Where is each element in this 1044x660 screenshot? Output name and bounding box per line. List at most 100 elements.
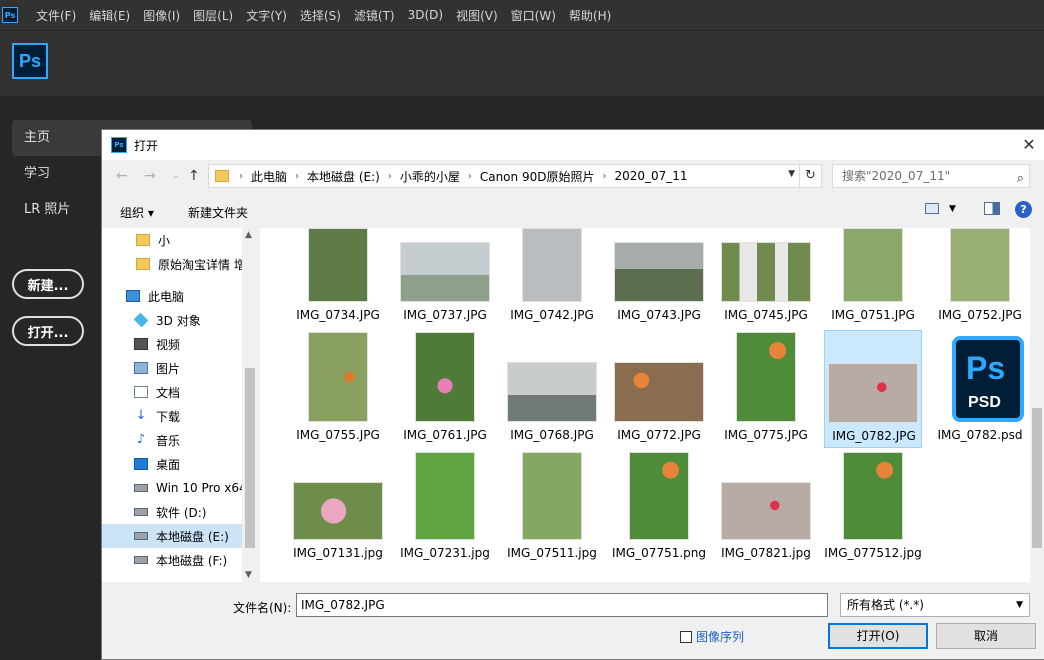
image-thumbnail bbox=[507, 362, 597, 422]
tree-item-drive-d[interactable]: 软件 (D:) bbox=[102, 500, 242, 524]
file-item[interactable]: IMG_0761.JPG bbox=[396, 330, 494, 448]
tree-item-drive-c[interactable]: Win 10 Pro x64 bbox=[102, 476, 247, 500]
crumb-drive-e[interactable]: 本地磁盘 (E:) bbox=[307, 168, 380, 185]
open-button[interactable]: 打开... bbox=[12, 316, 84, 346]
file-item[interactable]: IMG_0743.JPG bbox=[610, 228, 708, 346]
tree-item-drive-e[interactable]: 本地磁盘 (E:) bbox=[102, 524, 242, 548]
file-grid-scrollbar[interactable] bbox=[1030, 228, 1044, 582]
filename-label: 文件名(N): bbox=[233, 601, 292, 615]
crumb-this-pc[interactable]: 此电脑 bbox=[251, 168, 287, 185]
file-item[interactable]: IMG_0775.JPG bbox=[717, 330, 815, 448]
file-name: IMG_0752.JPG bbox=[938, 308, 1022, 322]
menu-3d[interactable]: 3D(D) bbox=[408, 8, 443, 22]
tree-item-pictures[interactable]: 图片 bbox=[102, 356, 242, 380]
tree-item-music[interactable]: ♪ 音乐 bbox=[102, 428, 242, 452]
dialog-title: 打开 bbox=[134, 138, 159, 153]
forward-arrow-icon[interactable]: → bbox=[144, 168, 156, 184]
menu-edit[interactable]: 编辑(E) bbox=[89, 7, 130, 24]
file-item[interactable]: IMG_0737.JPG bbox=[396, 228, 494, 346]
tree-item-this-pc[interactable]: 此电脑 bbox=[102, 284, 242, 308]
up-arrow-icon[interactable]: ↑ bbox=[188, 168, 200, 184]
file-item[interactable]: IMG_0742.JPG bbox=[503, 228, 601, 346]
close-icon[interactable]: ✕ bbox=[1020, 136, 1038, 154]
chevron-down-icon[interactable]: ▼ bbox=[949, 204, 956, 214]
file-name: IMG_0768.JPG bbox=[510, 428, 594, 442]
chevron-down-icon[interactable]: ▼ bbox=[788, 169, 795, 179]
search-input[interactable]: 搜索"2020_07_11" ⌕ bbox=[832, 164, 1030, 188]
psd-icon-label: PSD bbox=[968, 394, 1001, 411]
file-name: IMG_0745.JPG bbox=[724, 308, 808, 322]
view-mode-icon[interactable] bbox=[925, 203, 939, 214]
tree-item-documents[interactable]: 文档 bbox=[102, 380, 242, 404]
file-item[interactable]: IMG_0772.JPG bbox=[610, 330, 708, 448]
image-sequence-label[interactable]: 图像序列 bbox=[696, 628, 744, 645]
file-item[interactable]: IMG_0751.JPG bbox=[824, 228, 922, 346]
chevron-down-icon[interactable]: ▼ bbox=[245, 570, 252, 580]
menu-file[interactable]: 文件(F) bbox=[36, 7, 76, 24]
search-placeholder: 搜索"2020_07_11" bbox=[842, 169, 951, 183]
menu-type[interactable]: 文字(Y) bbox=[246, 7, 287, 24]
organize-button[interactable]: 组织 ▾ bbox=[120, 204, 154, 221]
file-item[interactable]: IMG_07511.jpg bbox=[503, 450, 601, 568]
tree-item-drive-f[interactable]: 本地磁盘 (F:) bbox=[102, 548, 242, 572]
new-folder-button[interactable]: 新建文件夹 bbox=[188, 204, 248, 221]
menu-select[interactable]: 选择(S) bbox=[300, 7, 341, 24]
help-icon[interactable]: ? bbox=[1015, 201, 1032, 218]
menu-help[interactable]: 帮助(H) bbox=[569, 7, 611, 24]
tree-item-downloads[interactable]: ↓ 下载 bbox=[102, 404, 242, 428]
crumb-date[interactable]: 2020_07_11 bbox=[614, 169, 687, 183]
file-item[interactable]: IMG_077512.jpg bbox=[824, 450, 922, 568]
image-thumbnail bbox=[415, 332, 475, 422]
crumb-folder[interactable]: 小乖的小屋 bbox=[400, 168, 460, 185]
menu-view[interactable]: 视图(V) bbox=[456, 7, 498, 24]
file-name: IMG_0772.JPG bbox=[617, 428, 701, 442]
address-bar[interactable]: › 此电脑 › 本地磁盘 (E:) › 小乖的小屋 › Canon 90D原始照… bbox=[208, 164, 822, 188]
refresh-icon[interactable]: ↻ bbox=[799, 165, 821, 187]
file-item-selected[interactable]: IMG_0782.JPG bbox=[824, 330, 922, 448]
view-controls: ▼ bbox=[925, 202, 1000, 215]
image-thumbnail bbox=[308, 228, 368, 302]
tree-scroll-thumb[interactable] bbox=[245, 368, 255, 548]
menu-window[interactable]: 窗口(W) bbox=[511, 7, 556, 24]
chevron-up-icon[interactable]: ▲ bbox=[245, 230, 252, 240]
image-thumbnail bbox=[843, 228, 903, 302]
file-grid-scroll-thumb[interactable] bbox=[1032, 408, 1042, 548]
tree-item-3d-objects[interactable]: 3D 对象 bbox=[102, 308, 242, 332]
file-item[interactable]: IMG_0755.JPG bbox=[289, 330, 387, 448]
file-item[interactable]: IMG_07131.jpg bbox=[289, 450, 387, 568]
image-sequence-checkbox[interactable] bbox=[680, 630, 692, 643]
image-thumbnail bbox=[629, 452, 689, 540]
open-dialog: Ps 打开 ✕ ← → ⌄ ↑ › 此电脑 › 本地磁盘 (E:) › 小乖的小… bbox=[101, 129, 1044, 660]
tree-item[interactable]: 原始淘宝详情 增 bbox=[102, 252, 246, 276]
documents-icon bbox=[134, 386, 148, 398]
filename-input[interactable]: IMG_0782.JPG bbox=[296, 593, 828, 617]
file-item[interactable]: IMG_0734.JPG bbox=[289, 228, 387, 346]
file-item[interactable]: IMG_07751.png bbox=[610, 450, 708, 568]
new-button[interactable]: 新建... bbox=[12, 269, 84, 299]
preview-pane-icon[interactable] bbox=[983, 202, 1000, 215]
tree-scrollbar[interactable]: ▲ ▼ bbox=[242, 228, 258, 582]
file-item[interactable]: IMG_07231.jpg bbox=[396, 450, 494, 568]
open-dialog-button[interactable]: 打开(O) bbox=[828, 623, 928, 649]
file-item[interactable]: IMG_0752.JPG bbox=[931, 228, 1029, 346]
tree-item-desktop[interactable]: 桌面 bbox=[102, 452, 242, 476]
recent-locations-icon[interactable]: ⌄ bbox=[172, 171, 180, 181]
menu-image[interactable]: 图像(I) bbox=[143, 7, 180, 24]
tree-item-videos[interactable]: 视频 bbox=[102, 332, 242, 356]
file-item[interactable]: IMG_07821.jpg bbox=[717, 450, 815, 568]
chevron-right-icon: › bbox=[387, 170, 392, 182]
tree-item[interactable]: 小 bbox=[102, 228, 242, 252]
file-name: IMG_0782.psd bbox=[937, 428, 1023, 442]
file-item[interactable]: IMG_0768.JPG bbox=[503, 330, 601, 448]
image-sequence-option[interactable]: 图像序列 bbox=[680, 628, 744, 645]
file-item[interactable]: IMG_0745.JPG bbox=[717, 228, 815, 346]
file-name: IMG_0743.JPG bbox=[617, 308, 701, 322]
file-item[interactable]: Ps PSD IMG_0782.psd bbox=[931, 330, 1029, 448]
cancel-button[interactable]: 取消 bbox=[936, 623, 1036, 649]
menu-layer[interactable]: 图层(L) bbox=[193, 7, 233, 24]
back-arrow-icon[interactable]: ← bbox=[116, 168, 128, 184]
menu-filter[interactable]: 滤镜(T) bbox=[354, 7, 395, 24]
drive-icon bbox=[134, 508, 148, 516]
crumb-canon[interactable]: Canon 90D原始照片 bbox=[480, 168, 595, 185]
file-type-select[interactable]: 所有格式 (*.*) ▼ bbox=[840, 593, 1030, 617]
